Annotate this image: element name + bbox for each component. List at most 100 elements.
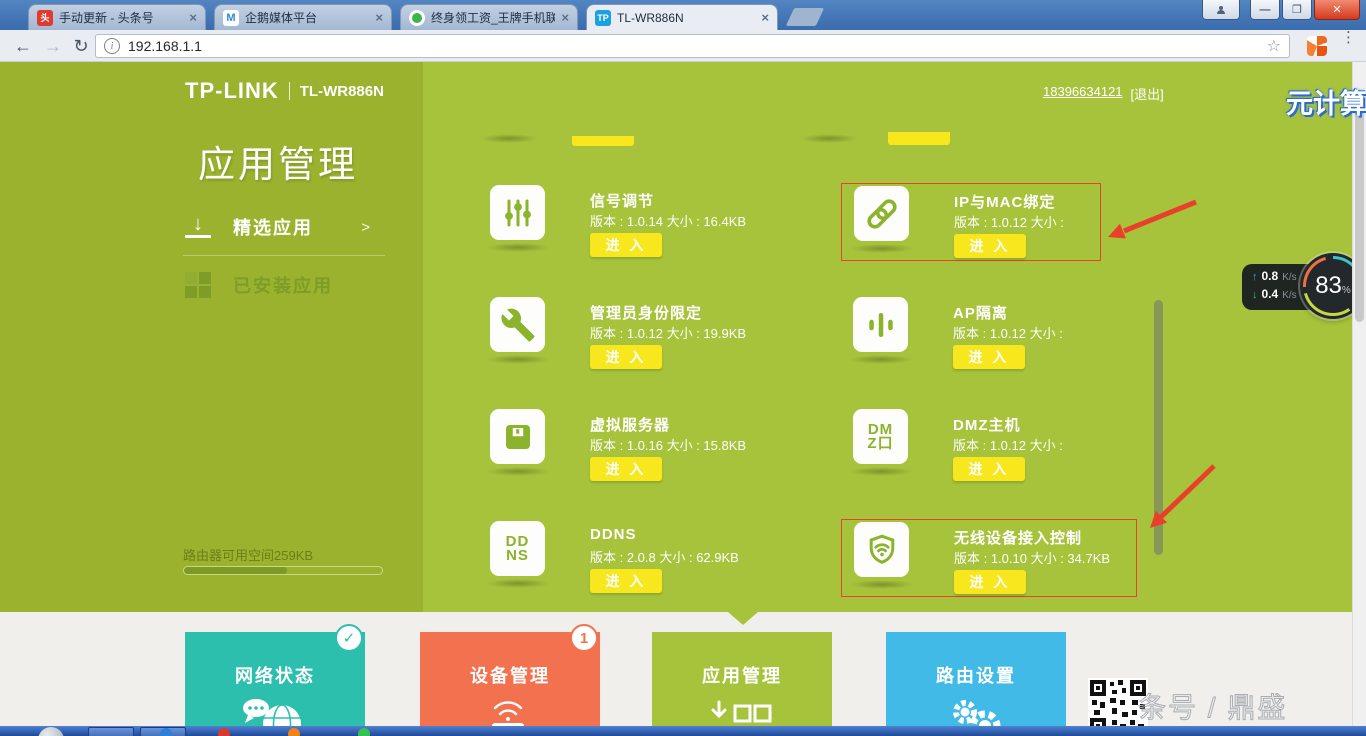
storage-progress-bar — [183, 566, 383, 575]
nav-label: 应用管理 — [652, 662, 832, 688]
app-enter-button[interactable]: 进 入 — [954, 234, 1026, 258]
tab-close-icon[interactable]: × — [761, 11, 769, 24]
app-icon-shadow — [849, 355, 913, 364]
logout-link[interactable]: [退出] — [1131, 84, 1164, 103]
app-icon-shadow — [486, 467, 550, 476]
DMZ主机-text-icon: DMZ口 — [853, 409, 908, 464]
address-bar[interactable]: i 192.168.1.1 ☆ — [95, 34, 1290, 58]
window-controls: — ❐ ✕ — [1202, 0, 1360, 20]
app-icon-shadow — [486, 243, 550, 252]
info-icon[interactable]: i — [104, 38, 120, 54]
minimize-button[interactable]: — — [1250, 0, 1280, 20]
taskbar-app-icon[interactable] — [160, 728, 172, 736]
person-icon — [1217, 6, 1225, 14]
account-number-link[interactable]: 18396634121 — [1043, 84, 1123, 103]
tab-close-icon[interactable]: × — [189, 11, 197, 24]
download-speed: 0.4 — [1262, 287, 1279, 301]
penguin-favicon-icon: M — [223, 10, 239, 26]
app-card: DMZ口 DMZ主机 版本 : 1.0.12 大小 : 19.5KB 进 入 — [841, 407, 1101, 485]
tab-title: 手动更新 - 头条号 — [59, 9, 183, 26]
taskbar[interactable] — [0, 726, 1366, 736]
router-page: TP-LINK TL-WR886N 18396634121 [退出] 应用管理 … — [0, 62, 1352, 612]
wrench-icon — [490, 297, 545, 352]
isolation-icon — [853, 297, 908, 352]
app-card: 虚拟服务器 版本 : 1.0.16 大小 : 15.8KB 进 入 — [478, 407, 828, 485]
upload-arrow-icon: ↑ — [1252, 271, 1258, 283]
sidebar-item-installed-apps[interactable]: 已安装应用 — [185, 272, 333, 298]
app-enter-button-partial[interactable] — [888, 132, 950, 145]
brand-divider — [289, 82, 290, 100]
browser-tab[interactable]: TP TL-WR886N × — [586, 4, 778, 30]
bottom-nav: 网络状态 ✓ 设备管理 1 应用管理 路由设置 条号 / 鼎盛 — [0, 612, 1352, 736]
app-meta: 版本 : 1.0.10 大小 : 34.7KB — [954, 548, 1110, 567]
check-badge-icon: ✓ — [335, 624, 363, 652]
app-name: DDNS — [590, 526, 637, 543]
download-arrow-icon: ↓ — [1252, 289, 1258, 301]
app-enter-button[interactable]: 进 入 — [953, 457, 1025, 481]
app-meta: 版本 : 1.0.12 大小 : 19.9KB — [590, 323, 746, 342]
new-tab-button[interactable] — [786, 8, 824, 26]
back-button[interactable]: ← — [10, 33, 36, 59]
bottom-nav-appsnav[interactable]: 应用管理 — [652, 632, 832, 736]
taskbar-button[interactable] — [88, 727, 134, 736]
battery-percent-widget[interactable]: 83 % — [1300, 253, 1352, 319]
screen: 头 手动更新 - 头条号 × M 企鹅媒体平台 × 终身领工资_王牌手机联 × … — [0, 0, 1366, 736]
app-enter-button[interactable]: 进 入 — [954, 570, 1026, 594]
tab-title: TL-WR886N — [617, 11, 755, 25]
app-enter-button[interactable]: 进 入 — [953, 345, 1025, 369]
tplink-favicon-icon: TP — [595, 10, 611, 26]
extension-icon[interactable] — [1307, 36, 1327, 56]
app-card: 管理员身份限定 版本 : 1.0.12 大小 : 19.9KB 进 入 — [478, 295, 828, 373]
app-card: AP隔离 版本 : 1.0.12 大小 : 9.7KB 进 入 — [841, 295, 1101, 373]
reload-button[interactable]: ↻ — [68, 33, 94, 59]
app-name: AP隔离 — [953, 302, 1008, 323]
server-icon — [490, 409, 545, 464]
browser-tab[interactable]: M 企鹅媒体平台 × — [214, 4, 392, 30]
DDNS-text-icon: DDNS — [490, 521, 545, 576]
notification-badge: 1 — [570, 624, 598, 652]
browser-menu-icon[interactable]: ⋮ — [1341, 33, 1355, 42]
sidebar-item-featured-apps[interactable]: ↓ 精选应用 > — [185, 214, 370, 240]
brand-logo: TP-LINK TL-WR886N — [185, 78, 384, 104]
taskbar-app-icon[interactable] — [358, 728, 370, 736]
profile-button[interactable] — [1202, 0, 1240, 20]
url-text[interactable]: 192.168.1.1 — [128, 38, 1259, 54]
brand-name: TP-LINK — [185, 78, 279, 104]
app-enter-button[interactable]: 进 入 — [590, 345, 662, 369]
app-enter-button[interactable]: 进 入 — [590, 457, 662, 481]
toutiao-favicon-icon: 头 — [37, 10, 53, 26]
tab-close-icon[interactable]: × — [561, 11, 569, 24]
app-card: 无线设备接入控制 版本 : 1.0.10 大小 : 34.7KB 进 入 — [841, 519, 1137, 597]
watermark-text: 条号 / 鼎盛 — [1138, 686, 1287, 726]
app-enter-button[interactable]: 进 入 — [590, 233, 662, 257]
app-icon-shadow — [850, 580, 914, 589]
page-scrollbar[interactable] — [1352, 62, 1366, 736]
bookmark-star-icon[interactable]: ☆ — [1267, 36, 1281, 56]
content-scrollbar-thumb[interactable] — [1154, 300, 1163, 555]
app-icon-shadow — [850, 244, 914, 253]
app-enter-button-partial[interactable] — [572, 136, 634, 146]
active-tab-notch — [728, 612, 758, 625]
nav-label: 网络状态 — [185, 662, 365, 688]
browser-tab[interactable]: 头 手动更新 - 头条号 × — [28, 4, 206, 30]
upload-speed: 0.8 — [1262, 269, 1279, 283]
app-icon-shadow — [486, 579, 550, 588]
storage-progress-fill — [184, 567, 287, 574]
page-scrollbar-thumb[interactable] — [1355, 102, 1364, 322]
close-window-button[interactable]: ✕ — [1314, 0, 1360, 20]
nav-label: 设备管理 — [420, 662, 600, 688]
tab-close-icon[interactable]: × — [375, 11, 383, 24]
app-name: IP与MAC绑定 — [954, 191, 1055, 212]
forward-button[interactable]: → — [40, 33, 66, 59]
taskbar-app-icon[interactable] — [218, 728, 230, 736]
browser-tab[interactable]: 终身领工资_王牌手机联 × — [400, 4, 578, 30]
sidebar-divider — [183, 255, 385, 256]
chevron-right-icon: > — [361, 219, 370, 236]
taskbar-app-icon[interactable] — [288, 728, 300, 736]
tab-title: 终身领工资_王牌手机联 — [431, 9, 555, 26]
bottom-nav-router[interactable]: 路由设置 — [886, 632, 1066, 736]
app-meta: 版本 : 2.0.8 大小 : 62.9KB — [590, 547, 739, 566]
maximize-button[interactable]: ❐ — [1282, 0, 1312, 20]
app-name: 虚拟服务器 — [590, 414, 670, 435]
app-enter-button[interactable]: 进 入 — [590, 569, 662, 593]
